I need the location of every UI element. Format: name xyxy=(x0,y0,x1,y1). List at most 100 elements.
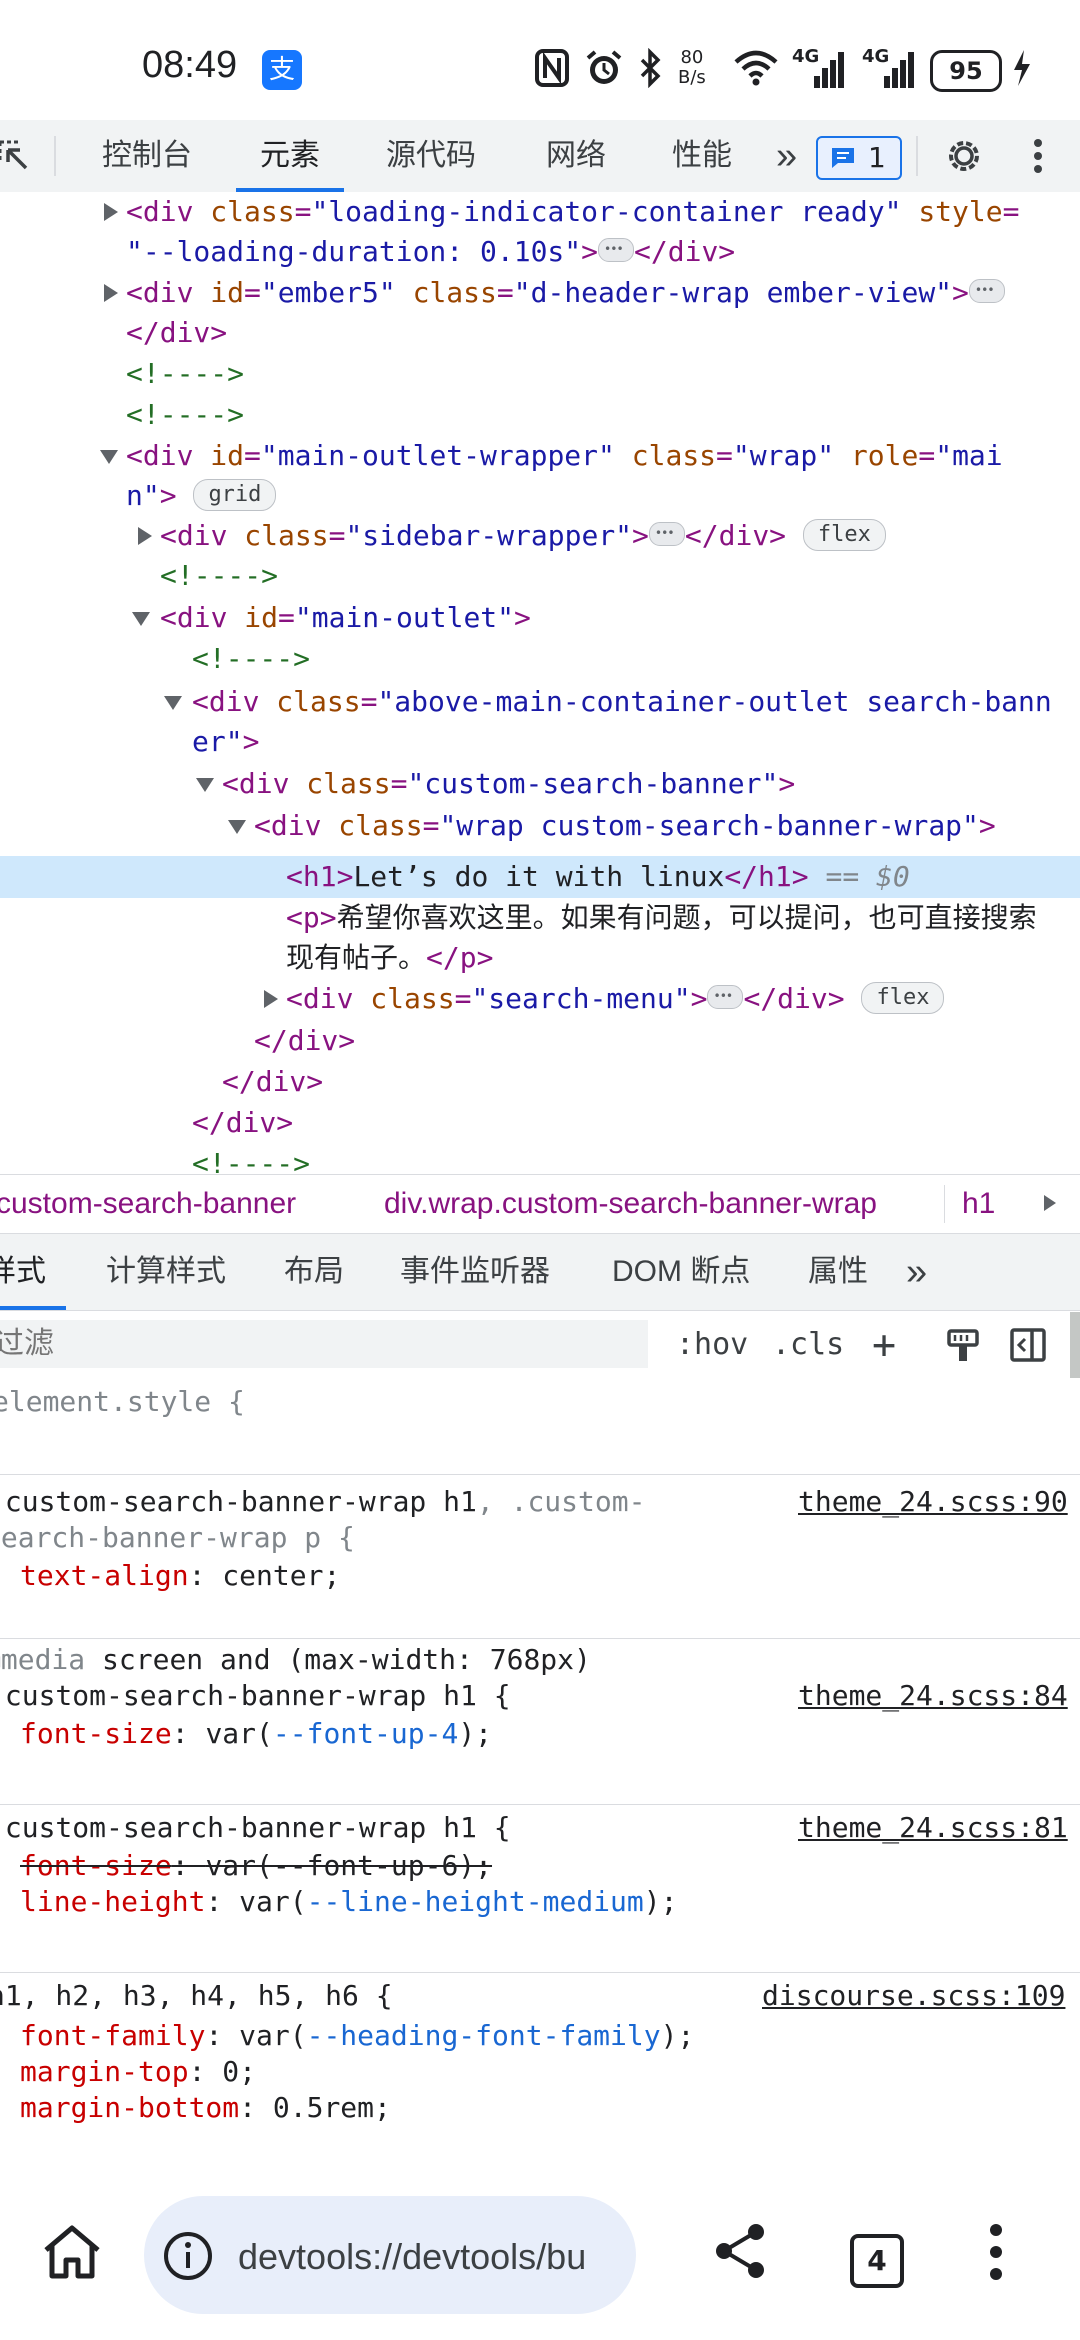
dom-node-custom-search-banner[interactable]: <div class="custom-search-banner"> xyxy=(222,764,795,804)
dom-node-header-wrap-end[interactable]: </div> xyxy=(126,313,227,353)
tab-console[interactable]: 控制台 xyxy=(102,120,192,192)
dom-node-above-main-container[interactable]: <div class="above-main-container-outlet … xyxy=(192,682,1052,722)
dom-node-header-wrap[interactable]: <div id="ember5" class="d-header-wrap em… xyxy=(126,270,1005,313)
tab-switcher-button[interactable]: 4 xyxy=(850,2234,904,2288)
collapsed-ellipsis-icon[interactable] xyxy=(598,229,635,269)
collapse-arrow[interactable] xyxy=(132,612,150,626)
inspect-element-icon[interactable] xyxy=(0,138,30,174)
devtools-tab-bar: 控制台 元素 源代码 网络 性能 » xyxy=(0,120,1080,193)
more-tabs-button[interactable]: » xyxy=(776,120,797,192)
info-icon[interactable] xyxy=(162,2230,214,2282)
source-link[interactable]: theme_24.scss:90 xyxy=(798,1484,1068,1520)
media-query[interactable]: @media screen and (max-width: 768px) xyxy=(0,1642,591,1678)
cls-toggle[interactable]: .cls xyxy=(772,1312,844,1378)
tab-elements[interactable]: 元素 xyxy=(236,120,344,192)
css-declaration[interactable]: font-size: var(--font-up-4); xyxy=(20,1716,492,1752)
tab-performance[interactable]: 性能 xyxy=(672,120,732,192)
dom-node-main-outlet-wrapper-cont[interactable]: n"> grid xyxy=(126,476,277,516)
toggle-sidebar-icon[interactable] xyxy=(1010,1328,1046,1362)
breadcrumb-item[interactable]: div.wrap.custom-search-banner-wrap xyxy=(384,1175,877,1233)
flex-badge[interactable]: flex xyxy=(861,982,945,1014)
dom-node-sidebar-wrapper[interactable]: <div class="sidebar-wrapper"></div> flex xyxy=(160,513,886,556)
dom-node-above-main-container-cont[interactable]: er"> xyxy=(192,722,259,762)
signal-icon: 4G xyxy=(792,46,848,88)
more-options-icon[interactable] xyxy=(1028,136,1048,176)
more-tabs-button[interactable]: » xyxy=(906,1234,927,1310)
nfc-icon xyxy=(535,49,569,87)
rule-selector-cont[interactable]: search-banner-wrap p { xyxy=(0,1520,355,1556)
css-declaration[interactable]: margin-bottom: 0.5rem; xyxy=(20,2090,391,2126)
tab-layout[interactable]: 布局 xyxy=(284,1234,344,1310)
paint-brush-icon[interactable] xyxy=(946,1328,980,1364)
css-declaration[interactable]: text-align: center; xyxy=(20,1558,340,1594)
tab-properties[interactable]: 属性 xyxy=(808,1234,868,1310)
element-style-rule[interactable]: element.style { xyxy=(0,1384,245,1420)
collapse-arrow[interactable] xyxy=(196,778,214,792)
dom-comment[interactable]: <!----> xyxy=(126,395,244,435)
rule-selector[interactable]: .custom-search-banner-wrap h1 { xyxy=(0,1678,511,1714)
css-declaration[interactable]: font-family: var(--heading-font-family); xyxy=(20,2018,694,2054)
expand-arrow[interactable] xyxy=(138,527,152,545)
dom-node-close[interactable]: </div> xyxy=(222,1062,323,1102)
dom-node-p-cont[interactable]: 现有帖子。</p> xyxy=(286,938,493,978)
source-link[interactable]: discourse.scss:109 xyxy=(762,1978,1065,2014)
expand-arrow[interactable] xyxy=(264,990,278,1008)
dom-comment[interactable]: <!----> xyxy=(126,354,244,394)
source-link[interactable]: theme_24.scss:84 xyxy=(798,1678,1068,1714)
css-declaration[interactable]: margin-top: 0; xyxy=(20,2054,256,2090)
collapse-arrow[interactable] xyxy=(164,696,182,710)
collapsed-ellipsis-icon[interactable] xyxy=(648,513,685,553)
breadcrumb-item[interactable]: custom-search-banner xyxy=(0,1175,296,1233)
home-icon[interactable] xyxy=(40,2222,104,2282)
css-declaration-overridden[interactable]: font-size: var(--font-up-6); xyxy=(20,1848,492,1884)
tab-computed[interactable]: 计算样式 xyxy=(106,1234,226,1310)
dom-node-loading-indicator-cont[interactable]: "--loading-duration: 0.10s"></div> xyxy=(126,229,735,272)
tab-dom-breakpoints[interactable]: DOM 断点 xyxy=(612,1234,750,1310)
rule-selector[interactable]: h1, h2, h3, h4, h5, h6 { xyxy=(0,1978,393,2014)
settings-gear-icon[interactable] xyxy=(944,136,984,176)
dom-node-loading-indicator[interactable]: <div class="loading-indicator-container … xyxy=(126,192,1019,232)
dom-node-close[interactable]: </div> xyxy=(192,1103,293,1143)
dom-node-main-outlet-wrapper[interactable]: <div id="main-outlet-wrapper" class="wra… xyxy=(126,436,1003,476)
dom-node-h1-selected[interactable]: <h1>Let’s do it with linux</h1> == $0 xyxy=(286,857,910,897)
expand-arrow[interactable] xyxy=(104,284,118,302)
grid-badge[interactable]: grid xyxy=(193,479,277,511)
new-style-rule-button[interactable]: + xyxy=(872,1312,896,1378)
hov-toggle[interactable]: :hov xyxy=(676,1312,748,1378)
dom-comment[interactable]: <!----> xyxy=(160,556,278,596)
dom-tree[interactable]: <div class="loading-indicator-container … xyxy=(0,192,1080,1174)
rule-selector[interactable]: .custom-search-banner-wrap h1, .custom- xyxy=(0,1484,645,1520)
share-icon[interactable] xyxy=(712,2222,768,2280)
scrollbar[interactable] xyxy=(1070,1312,1080,1378)
styles-pane[interactable]: element.style { } .custom-search-banner-… xyxy=(0,1378,1080,2158)
more-menu-icon[interactable] xyxy=(984,2222,1008,2282)
dom-node-p[interactable]: <p>希望你喜欢这里。如果有问题，可以提问，也可直接搜索 xyxy=(286,898,1037,938)
flex-badge[interactable]: flex xyxy=(802,519,886,551)
tab-network[interactable]: 网络 xyxy=(546,120,606,192)
css-declaration[interactable]: line-height: var(--line-height-medium); xyxy=(20,1884,677,1920)
collapsed-ellipsis-icon[interactable] xyxy=(968,270,1005,310)
dom-node-close[interactable]: </div> xyxy=(254,1021,355,1061)
issues-badge[interactable]: 1 xyxy=(816,136,902,180)
rule-selector[interactable]: .custom-search-banner-wrap h1 { xyxy=(0,1810,511,1846)
expand-arrow[interactable] xyxy=(104,203,118,221)
source-link[interactable]: theme_24.scss:81 xyxy=(798,1810,1068,1846)
url-text[interactable]: devtools://devtools/bu xyxy=(238,2236,586,2278)
dom-node-main-outlet[interactable]: <div id="main-outlet"> xyxy=(160,598,531,638)
collapse-arrow[interactable] xyxy=(100,450,118,464)
breadcrumb-scroll-right-icon[interactable] xyxy=(1044,1195,1056,1211)
status-bar: 08:49 支 80 B/s 4G 4G 95 xyxy=(0,0,1080,120)
tab-styles[interactable]: 样式 xyxy=(0,1234,66,1310)
rule-close-brace: } xyxy=(0,1420,9,1456)
filter-input[interactable] xyxy=(0,1320,648,1368)
dom-comment[interactable]: <!----> xyxy=(192,1144,310,1174)
dom-comment[interactable]: <!----> xyxy=(192,639,310,679)
bluetooth-icon xyxy=(640,48,661,88)
dom-node-search-menu[interactable]: <div class="search-menu"></div> flex xyxy=(286,976,945,1019)
tab-event-listeners[interactable]: 事件监听器 xyxy=(400,1234,550,1310)
collapse-arrow[interactable] xyxy=(228,820,246,834)
dom-node-custom-search-banner-wrap[interactable]: <div class="wrap custom-search-banner-wr… xyxy=(254,806,996,846)
tab-sources[interactable]: 源代码 xyxy=(386,120,476,192)
collapsed-ellipsis-icon[interactable] xyxy=(707,976,744,1016)
breadcrumb-item-current[interactable]: h1 xyxy=(962,1175,995,1233)
